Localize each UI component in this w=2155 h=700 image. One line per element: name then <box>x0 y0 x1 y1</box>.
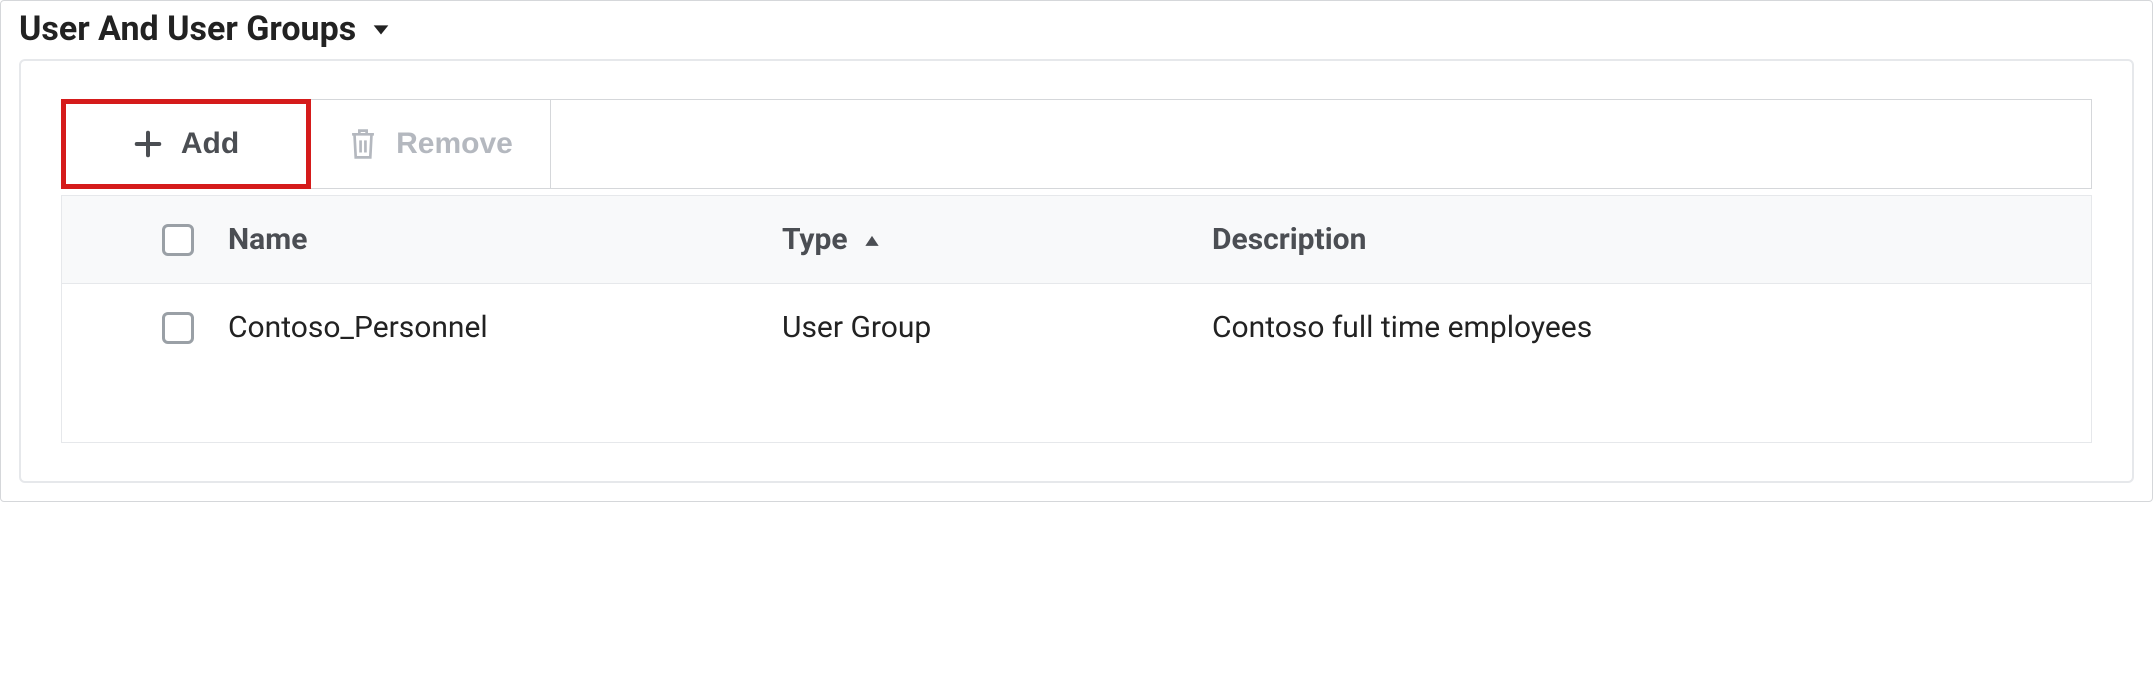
sort-asc-icon <box>862 232 882 248</box>
column-header-type[interactable]: Type <box>782 222 1212 257</box>
toolbar: Add Remove <box>61 99 2092 189</box>
section-title: User And User Groups <box>19 9 356 49</box>
column-header-description[interactable]: Description <box>1212 222 2061 257</box>
chevron-down-icon <box>370 18 392 40</box>
inner-panel: Add Remove <box>19 59 2134 483</box>
column-header-type-label: Type <box>782 222 848 257</box>
user-groups-table: Name Type Description <box>61 195 2092 443</box>
add-button[interactable]: Add <box>61 99 311 189</box>
plus-icon <box>133 129 163 159</box>
cell-type: User Group <box>782 310 931 345</box>
column-header-name-label: Name <box>228 222 307 257</box>
cell-description: Contoso full time employees <box>1212 310 1592 345</box>
remove-button[interactable]: Remove <box>311 99 551 189</box>
row-checkbox[interactable] <box>162 312 194 344</box>
table-row[interactable]: Contoso_Personnel User Group Contoso ful… <box>62 284 2091 372</box>
column-header-name[interactable]: Name <box>222 222 782 257</box>
section-panel: User And User Groups Add <box>0 0 2153 502</box>
table-header-row: Name Type Description <box>62 196 2091 284</box>
section-header[interactable]: User And User Groups <box>19 1 2134 59</box>
add-button-label: Add <box>181 127 239 161</box>
table-empty-space <box>62 372 2091 442</box>
toolbar-spacer <box>551 99 2092 189</box>
cell-name: Contoso_Personnel <box>228 310 488 345</box>
trash-icon <box>348 127 378 161</box>
column-header-description-label: Description <box>1212 222 1366 257</box>
remove-button-label: Remove <box>396 127 513 161</box>
select-all-checkbox[interactable] <box>162 224 194 256</box>
